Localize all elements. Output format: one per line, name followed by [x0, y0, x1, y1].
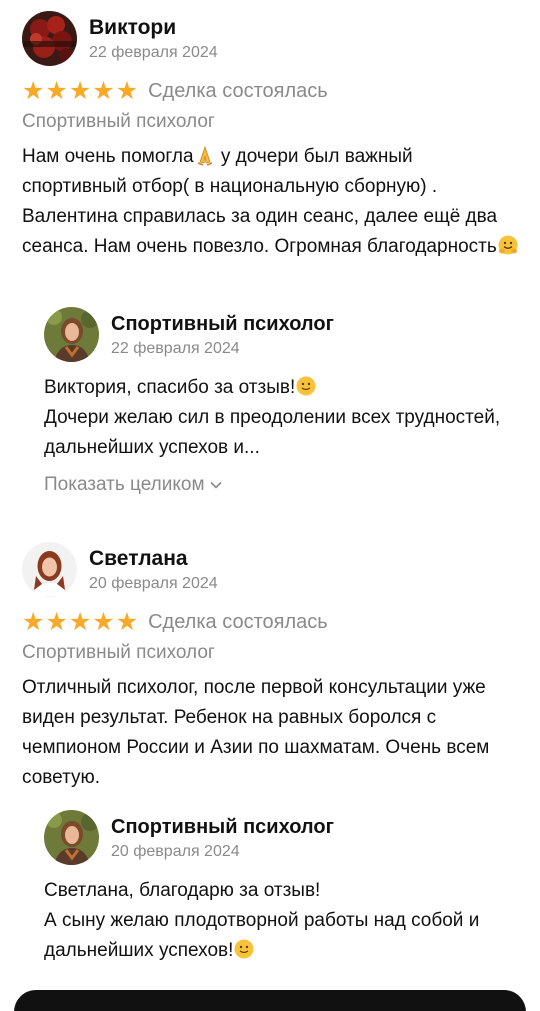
avatar[interactable] — [22, 542, 77, 597]
star-icon: ★ — [115, 608, 139, 636]
avatar-image — [22, 542, 77, 597]
review-text: Нам очень помогла у дочери был важный сп… — [22, 142, 522, 262]
rating-row: ★ ★ ★ ★ ★ Сделка состоялась — [22, 78, 328, 104]
slightly-smiling-face-emoji — [234, 939, 254, 959]
author-name: Светлана — [89, 547, 188, 570]
show-more-label: Показать целиком — [44, 474, 205, 495]
star-icon: ★ — [22, 608, 45, 636]
author-name: Виктори — [89, 16, 177, 39]
avatar-image — [22, 11, 77, 66]
reviews-page: Виктори 22 февраля 2024 ★ ★ ★ ★ ★ Сделка… — [0, 0, 540, 1011]
reply-text-line: Светлана, благодарю за отзыв! — [44, 880, 321, 901]
reply-author-name: Спортивный психолог — [111, 313, 334, 335]
review-author-row: Светлана 20 февраля 2024 — [22, 542, 218, 597]
review-category: Спортивный психолог — [22, 642, 215, 663]
bottom-action-bar[interactable] — [14, 990, 526, 1011]
star-icon: ★ — [115, 77, 139, 105]
star-icon: ★ — [92, 77, 115, 105]
star-icon: ★ — [45, 608, 68, 636]
star-icon: ★ — [22, 77, 45, 105]
reply-author-row: Спортивный психолог 20 февраля 2024 — [44, 810, 334, 865]
folded-hands-emoji — [197, 145, 212, 166]
reply-text-line: Виктория, спасибо за отзыв! — [44, 377, 296, 398]
star-icon: ★ — [92, 608, 115, 636]
reply-date: 22 февраля 2024 — [111, 340, 240, 357]
review-date: 20 февраля 2024 — [89, 575, 218, 592]
hugging-face-emoji — [498, 235, 518, 255]
chevron-down-icon — [209, 481, 222, 489]
reply-author-row: Спортивный психолог 22 февраля 2024 — [44, 307, 334, 362]
rating-row: ★ ★ ★ ★ ★ Сделка состоялась — [22, 609, 328, 635]
reply-text-line: А сыну желаю плодотворной работы над соб… — [44, 910, 480, 961]
star-icon: ★ — [68, 608, 92, 636]
star-rating: ★ ★ ★ ★ ★ — [22, 609, 139, 635]
avatar[interactable] — [44, 810, 99, 865]
reply-text: Виктория, спасибо за отзыв! Дочери желаю … — [44, 373, 504, 463]
deal-status: Сделка состоялась — [148, 611, 328, 633]
star-rating: ★ ★ ★ ★ ★ — [22, 78, 139, 104]
show-more-button[interactable]: Показать целиком — [44, 473, 222, 497]
review-category: Спортивный психолог — [22, 111, 215, 132]
review-author-row: Виктори 22 февраля 2024 — [22, 11, 218, 66]
avatar[interactable] — [44, 307, 99, 362]
reply-text-line: Дочери желаю сил в преодолении всех труд… — [44, 407, 501, 458]
reply-text: Светлана, благодарю за отзыв! А сыну жела… — [44, 876, 504, 966]
avatar-image — [44, 810, 99, 865]
star-icon: ★ — [45, 77, 68, 105]
reply-date: 20 февраля 2024 — [111, 843, 240, 860]
slightly-smiling-face-emoji — [296, 376, 316, 396]
review-date: 22 февраля 2024 — [89, 44, 218, 61]
avatar[interactable] — [22, 11, 77, 66]
deal-status: Сделка состоялась — [148, 80, 328, 102]
review-text: Отличный психолог, после первой консульт… — [22, 677, 490, 788]
reply-author-name: Спортивный психолог — [111, 816, 334, 838]
avatar-image — [44, 307, 99, 362]
review-text-part: Нам очень помогла — [22, 146, 194, 167]
star-icon: ★ — [68, 77, 92, 105]
